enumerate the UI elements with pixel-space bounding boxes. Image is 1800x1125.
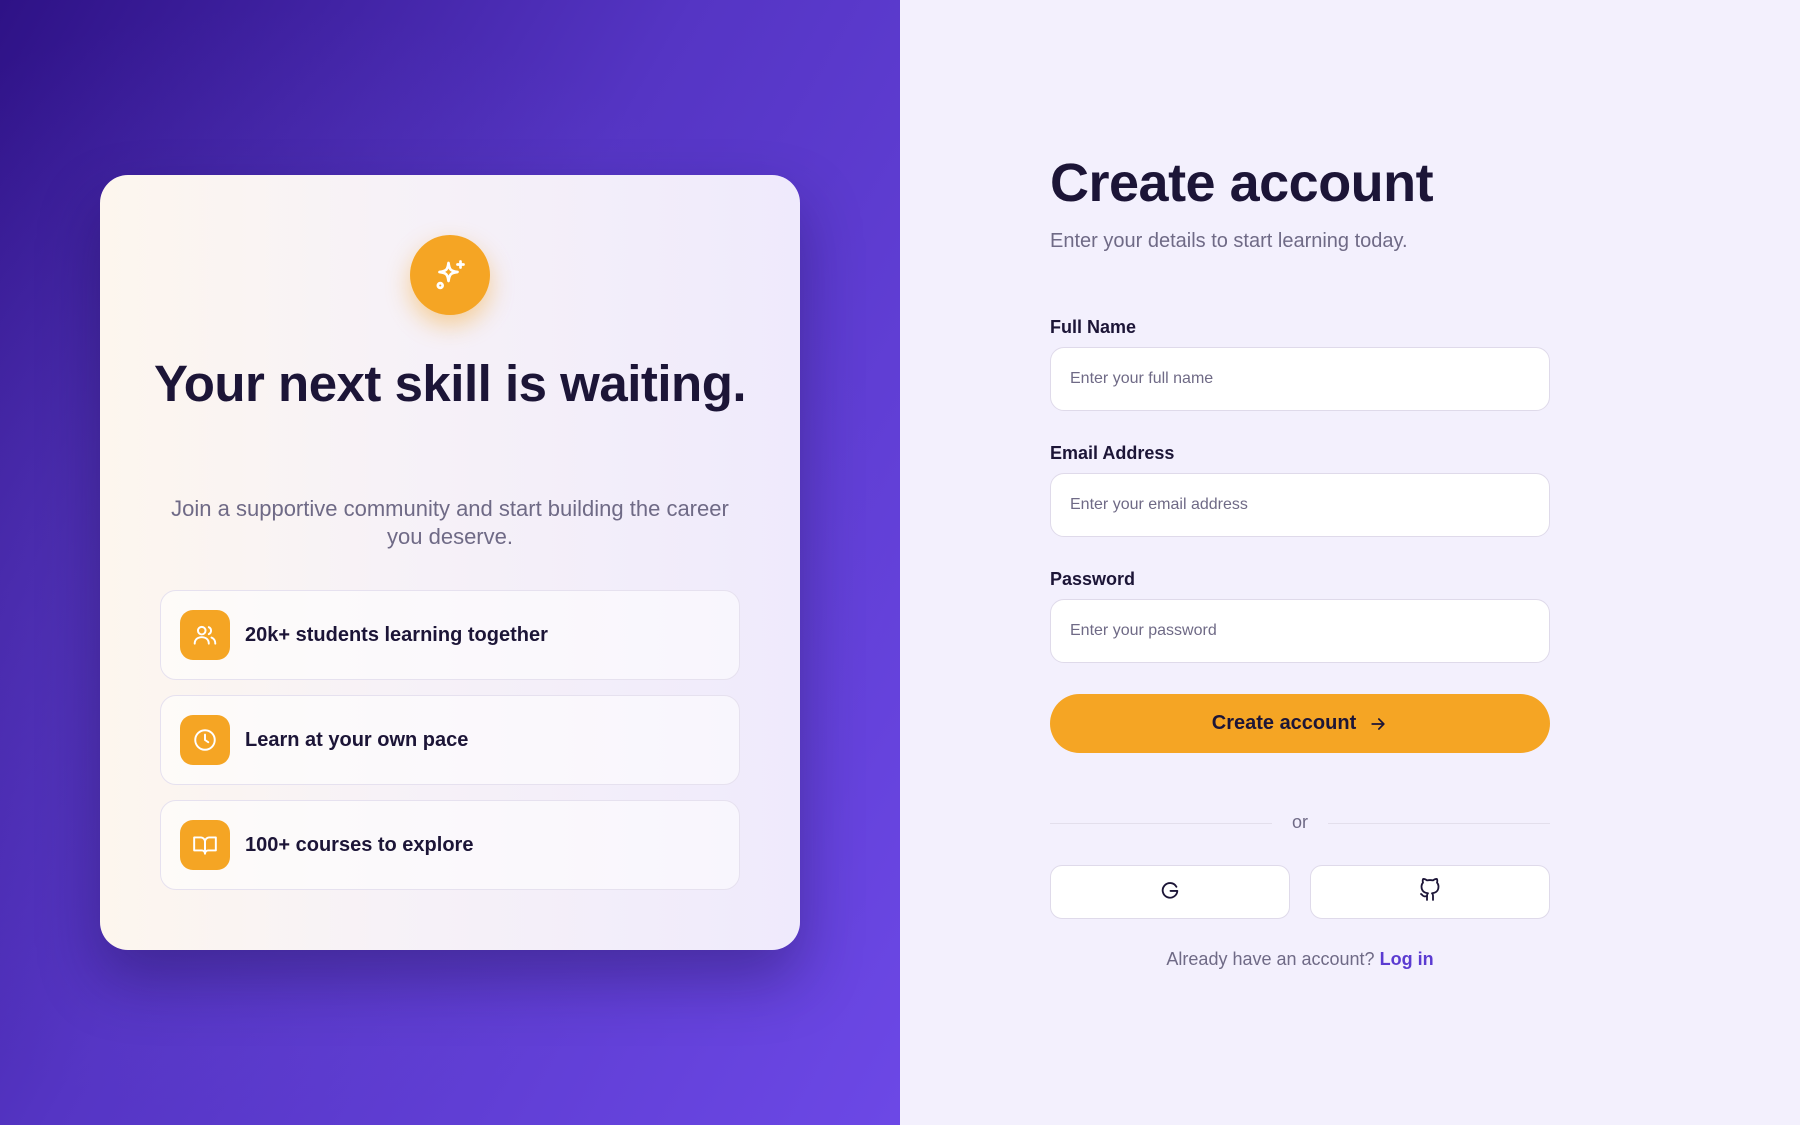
create-account-label: Create account — [1211, 712, 1357, 734]
full-name-label: Full Name — [1050, 317, 1137, 337]
promo-subtitle: Join a supportive community and start bu… — [171, 496, 729, 549]
feature-label: 100+ courses to explore — [245, 833, 474, 856]
promo-panel: Your next skill is waiting. Join a suppo… — [0, 0, 900, 1125]
github-icon — [1418, 877, 1442, 907]
feature-label: 20k+ students learning together — [245, 623, 548, 646]
full-name-input[interactable] — [1050, 347, 1550, 411]
password-label: Password — [1050, 569, 1136, 589]
feature-label: Learn at your own pace — [245, 728, 469, 751]
email-input[interactable] — [1050, 473, 1550, 537]
password-input[interactable] — [1050, 599, 1550, 663]
users-icon — [180, 610, 230, 660]
divider-right — [1328, 823, 1550, 824]
create-account-button[interactable]: Create account — [1050, 694, 1550, 753]
email-label: Email Address — [1050, 443, 1175, 463]
form-subtitle: Enter your details to start learning tod… — [1050, 230, 1408, 252]
login-prompt-text: Already have an account? — [1166, 949, 1375, 969]
login-prompt: Already have an account? Log in — [1050, 949, 1550, 970]
google-signin-button[interactable] — [1050, 865, 1290, 919]
login-link[interactable]: Log in — [1380, 949, 1434, 969]
google-icon — [1159, 879, 1181, 906]
book-open-icon — [180, 820, 230, 870]
feature-item-courses: 100+ courses to explore — [160, 800, 740, 890]
feature-item-students: 20k+ students learning together — [160, 590, 740, 680]
sparkles-icon — [410, 235, 490, 315]
github-signin-button[interactable] — [1310, 865, 1550, 919]
promo-card: Your next skill is waiting. Join a suppo… — [100, 175, 800, 950]
arrow-right-icon — [1368, 714, 1388, 734]
clock-icon — [180, 715, 230, 765]
feature-item-pace: Learn at your own pace — [160, 695, 740, 785]
form-title: Create account — [1050, 153, 1434, 213]
promo-title: Your next skill is waiting. — [153, 355, 747, 412]
